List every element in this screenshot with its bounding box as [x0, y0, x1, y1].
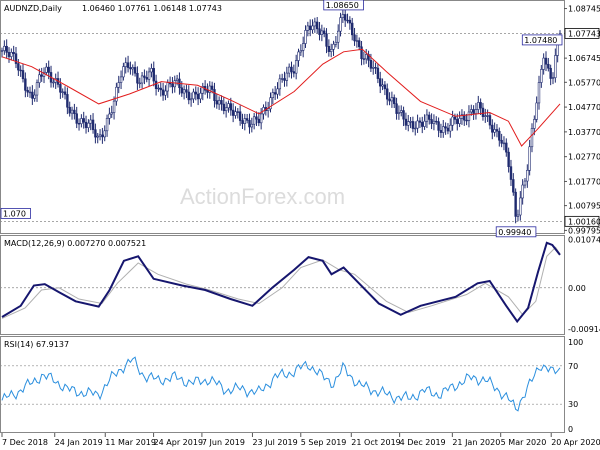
- price-y-tick-label: 1.03770: [568, 128, 600, 137]
- price-y-tick-label: 1.08745: [568, 5, 600, 14]
- chart-header-symbol: AUDNZD,Daily: [4, 4, 62, 13]
- x-tick-label: 21 Oct 2019: [351, 438, 400, 447]
- chart-canvas: ActionForex.com AUDNZD,Daily 1.06460 1.0…: [0, 0, 600, 447]
- price-annotation: 0.99940: [495, 226, 537, 238]
- x-tick-label: 7 Jun 2019: [202, 438, 245, 447]
- macd-y-tick-label: 0.00: [568, 284, 586, 293]
- rsi-panel-frame: [0, 336, 565, 433]
- macd-y-tick-label: 0.010744: [568, 235, 600, 244]
- price-y-tick-label: 1.02770: [568, 153, 600, 162]
- macd-y-tick-label: -0.009148: [568, 325, 600, 334]
- current-price-label: 1.07743: [568, 29, 600, 38]
- chart-header-ohlc: 1.06460 1.07761 1.06148 1.07743: [82, 4, 222, 13]
- price-y-tick-label: 1.04770: [568, 103, 600, 112]
- svg-text:1.07480: 1.07480: [524, 36, 557, 45]
- macd-panel-frame: [0, 235, 565, 335]
- rsi-y-tick-label: 70: [568, 362, 578, 371]
- x-tick-label: 24 Jan 2019: [55, 438, 103, 447]
- watermark: ActionForex.com: [180, 184, 345, 209]
- x-tick-label: 5 Mar 2020: [501, 438, 547, 447]
- svg-text:1.08650: 1.08650: [326, 1, 359, 10]
- x-tick-label: 23 Jul 2019: [252, 438, 297, 447]
- price-y-tick-label: 1.00795: [568, 202, 600, 211]
- price-annotation: 1.070: [0, 208, 31, 219]
- reference-level-label: 1.00160: [568, 217, 600, 226]
- rsi-y-tick-label: 100: [568, 338, 583, 347]
- chart-root: ActionForex.com AUDNZD,Daily 1.06460 1.0…: [0, 0, 600, 450]
- price-y-tick-label: 0.99795: [568, 226, 600, 235]
- price-y-tick-label: 1.01770: [568, 177, 600, 186]
- x-tick-label: 5 Sep 2019: [301, 438, 347, 447]
- rsi-y-tick-label: 30: [568, 400, 578, 409]
- rsi-y-tick-label: 0: [568, 425, 573, 434]
- x-tick-label: 7 Dec 2018: [2, 438, 48, 447]
- price-y-tick-label: 1.06745: [568, 54, 600, 63]
- x-tick-label: 24 Apr 2019: [154, 438, 203, 447]
- x-tick-label: 4 Dec 2019: [400, 438, 446, 447]
- svg-text:0.99940: 0.99940: [498, 228, 531, 237]
- svg-text:1.070: 1.070: [3, 209, 26, 218]
- price-annotation: 1.07480: [521, 34, 563, 46]
- price-y-tick-label: 1.05770: [568, 78, 600, 87]
- x-tick-label: 21 Jan 2020: [452, 438, 500, 447]
- rsi-title: RSI(14) 67.9137: [4, 340, 69, 349]
- price-annotation: 1.08650: [323, 0, 364, 11]
- x-tick-label: 11 Mar 2019: [105, 438, 156, 447]
- macd-title: MACD(12,26,9) 0.007270 0.007521: [4, 239, 146, 248]
- x-tick-label: 20 Apr 2020: [551, 438, 600, 447]
